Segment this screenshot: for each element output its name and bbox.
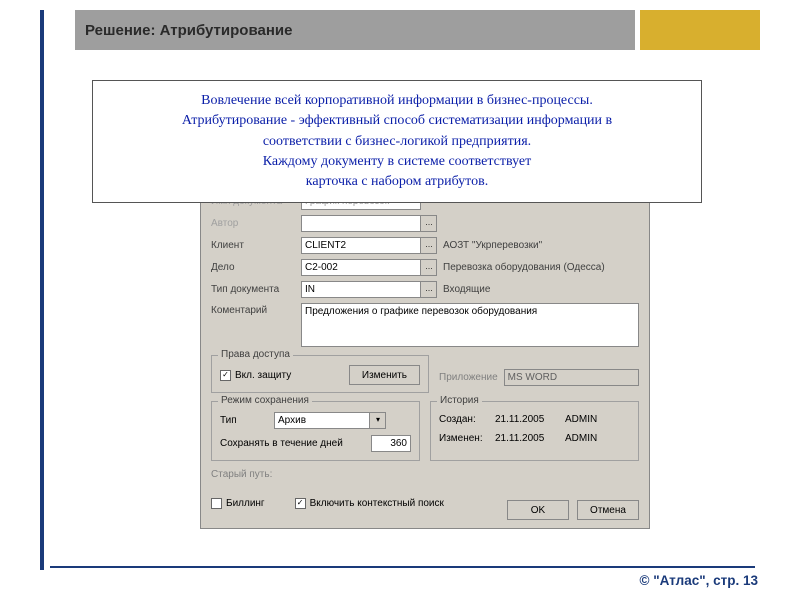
case-input[interactable]: C2-002: [301, 259, 421, 276]
keep-days-input[interactable]: 360: [371, 435, 411, 452]
context-search-label: Включить контекстный поиск: [310, 498, 444, 509]
info-line: Атрибутирование - эффективный способ сис…: [107, 111, 687, 131]
save-type-select[interactable]: Архив: [274, 412, 370, 429]
bottom-rule: [50, 566, 755, 568]
author-input[interactable]: [301, 215, 421, 232]
case-lookup-button[interactable]: …: [421, 259, 437, 276]
doc-type-lookup-button[interactable]: …: [421, 281, 437, 298]
document-card-dialog: Карточка документа × Имя документа Графи…: [200, 168, 650, 529]
attachment-label: Приложение: [439, 372, 498, 383]
slide-left-bar: [40, 10, 44, 570]
info-line: карточка с набором атрибутов.: [107, 172, 687, 192]
old-path-label: Старый путь:: [211, 469, 639, 484]
history-group: История Создан: 21.11.2005 ADMIN Изменен…: [430, 401, 639, 461]
checkbox-icon: ✓: [220, 370, 231, 381]
access-legend: Права доступа: [218, 349, 293, 360]
billing-checkbox[interactable]: Биллинг: [211, 498, 265, 509]
client-input[interactable]: CLIENT2: [301, 237, 421, 254]
enable-protection-label: Вкл. защиту: [235, 370, 291, 381]
created-date: 21.11.2005: [495, 414, 565, 425]
comment-label: Коментарий: [211, 303, 301, 316]
info-box: Вовлечение всей корпоративной информации…: [92, 80, 702, 203]
save-mode-group: Режим сохранения Тип Архив ▾ Сохранять в…: [211, 401, 420, 461]
billing-label: Биллинг: [226, 498, 265, 509]
doc-type-label: Тип документа: [211, 284, 301, 295]
comment-textarea[interactable]: Предложения о графике перевозок оборудов…: [301, 303, 639, 347]
case-desc: Перевозка оборудования (Одесса): [443, 262, 639, 273]
client-desc: АОЗТ "Укрперевозки": [443, 240, 639, 251]
attachment-value: MS WORD: [504, 369, 639, 386]
header-band: Решение: Атрибутирование: [75, 10, 635, 50]
change-button[interactable]: Изменить: [349, 365, 420, 385]
enable-protection-checkbox[interactable]: ✓ Вкл. защиту: [220, 370, 291, 381]
created-user: ADMIN: [565, 414, 597, 425]
modified-date: 21.11.2005: [495, 433, 565, 444]
info-line: Каждому документу в системе соответствуе…: [107, 152, 687, 172]
client-label: Клиент: [211, 240, 301, 251]
doc-type-desc: Входящие: [443, 284, 639, 295]
info-line: соответствии с бизнес-логикой предприяти…: [107, 132, 687, 152]
checkbox-icon: [211, 498, 222, 509]
info-line: Вовлечение всей корпоративной информации…: [107, 91, 687, 111]
modified-user: ADMIN: [565, 433, 597, 444]
doc-type-input[interactable]: IN: [301, 281, 421, 298]
case-label: Дело: [211, 262, 301, 273]
header-accent: [640, 10, 760, 50]
save-mode-legend: Режим сохранения: [218, 395, 312, 406]
created-label: Создан:: [439, 414, 495, 425]
client-lookup-button[interactable]: …: [421, 237, 437, 254]
cancel-button[interactable]: Отмена: [577, 500, 639, 520]
chevron-down-icon[interactable]: ▾: [370, 412, 386, 429]
author-label: Автор: [211, 218, 301, 229]
checkbox-icon: ✓: [295, 498, 306, 509]
access-group: Права доступа ✓ Вкл. защиту Изменить: [211, 355, 429, 393]
type-label: Тип: [220, 415, 248, 426]
footer-text: © "Атлас", стр. 13: [640, 573, 758, 588]
author-lookup-button[interactable]: …: [421, 215, 437, 232]
context-search-checkbox[interactable]: ✓ Включить контекстный поиск: [295, 498, 444, 509]
keep-days-label: Сохранять в течение дней: [220, 438, 371, 449]
ok-button[interactable]: OK: [507, 500, 569, 520]
modified-label: Изменен:: [439, 433, 495, 444]
history-legend: История: [437, 395, 482, 406]
slide-title: Решение: Атрибутирование: [85, 22, 292, 39]
